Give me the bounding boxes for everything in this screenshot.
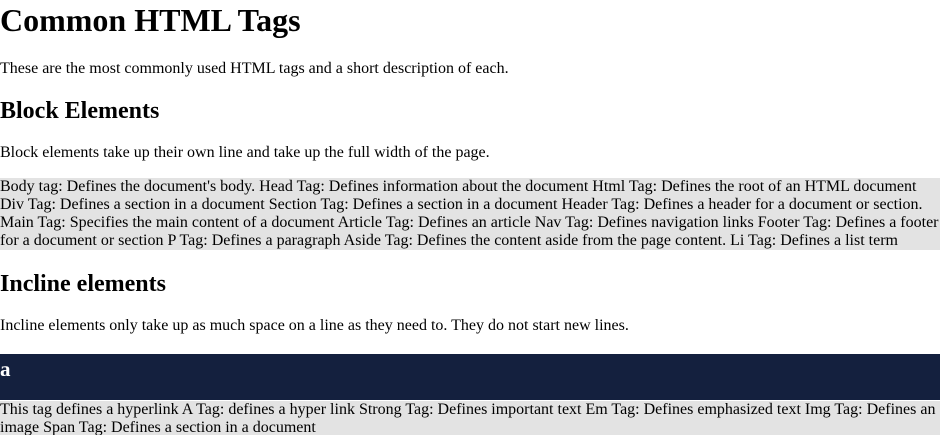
block-line: for a document or section P Tag: Defines… xyxy=(0,232,898,249)
banner-title: a xyxy=(0,357,11,381)
inline-elements-description: Incline elements only take up as much sp… xyxy=(0,317,629,334)
block-line: Div Tag: Defines a section in a document… xyxy=(0,196,923,213)
inline-elements-list: This tag defines a hyperlink A Tag: defi… xyxy=(0,401,940,435)
block-elements-heading: Block Elements xyxy=(0,98,160,124)
block-line: Body tag: Defines the document's body. H… xyxy=(0,178,917,195)
inline-elements-heading: Incline elements xyxy=(0,271,166,297)
block-elements-list: Body tag: Defines the document's body. H… xyxy=(0,178,940,250)
inline-line: This tag defines a hyperlink A Tag: defi… xyxy=(0,401,936,418)
block-elements-description: Block elements take up their own line an… xyxy=(0,144,490,161)
page-title: Common HTML Tags xyxy=(0,2,301,38)
inline-line: image Span Tag: Defines a section in a d… xyxy=(0,419,316,435)
block-line: Main Tag: Specifies the main content of … xyxy=(0,214,939,231)
inline-section-banner: a xyxy=(0,354,940,400)
page-root: Common HTML Tags These are the most comm… xyxy=(0,0,947,435)
page-intro: These are the most commonly used HTML ta… xyxy=(0,60,509,77)
